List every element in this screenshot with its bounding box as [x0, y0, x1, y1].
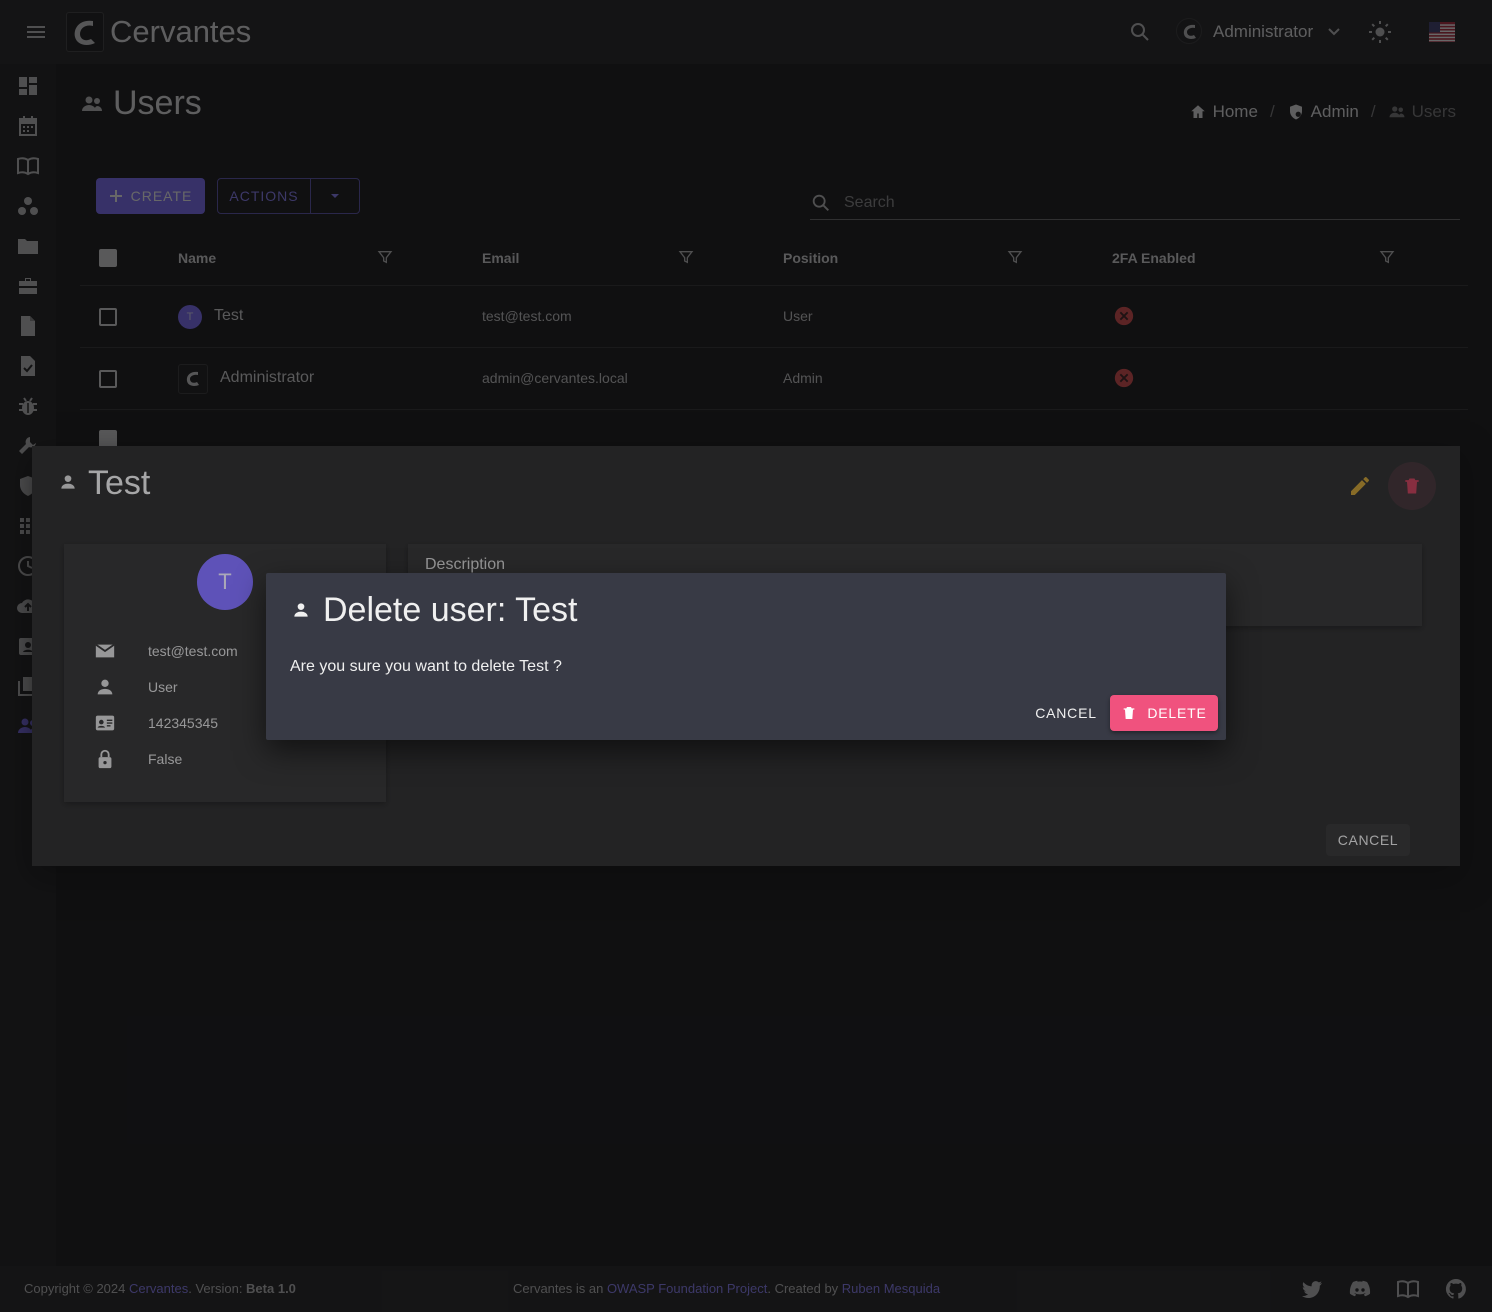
confirm-delete-button[interactable]: DELETE: [1110, 695, 1218, 731]
confirm-title: Delete user: Test: [323, 591, 578, 629]
person-icon: [291, 600, 311, 620]
trash-icon: [1121, 704, 1137, 722]
delete-confirm-dialog: Delete user: Test Are you sure you want …: [266, 573, 1226, 740]
confirm-message: Are you sure you want to delete Test ?: [290, 658, 562, 675]
confirm-cancel-button[interactable]: CANCEL: [1030, 695, 1102, 731]
